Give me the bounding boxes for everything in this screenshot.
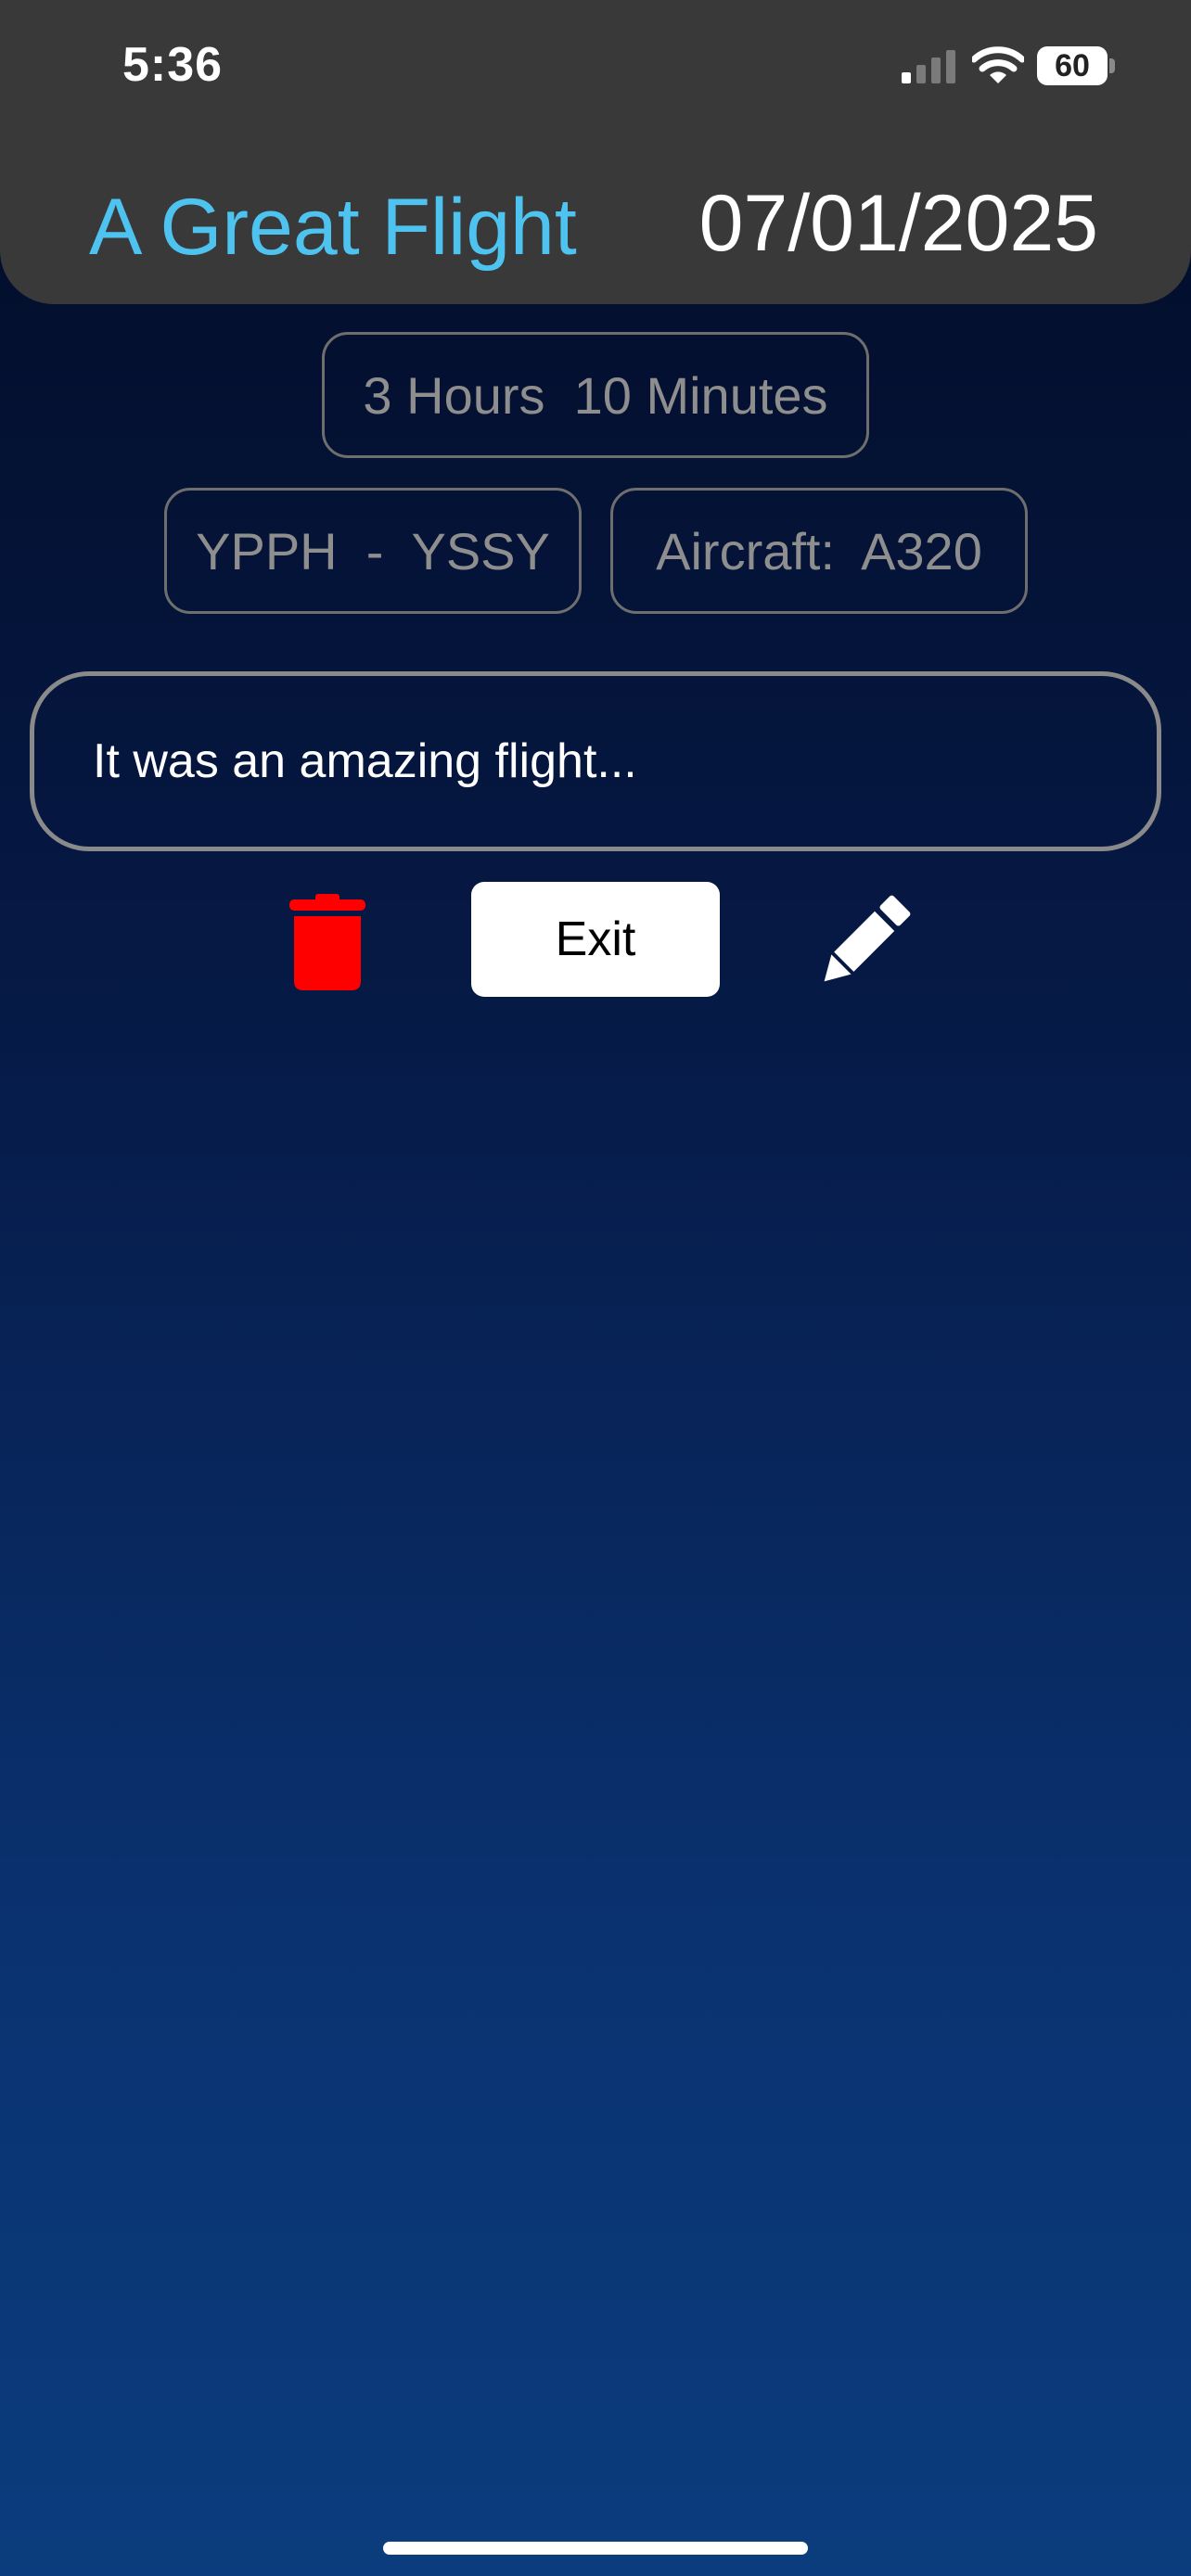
home-indicator[interactable]: [383, 2542, 808, 2555]
aircraft-chip: Aircraft: A320: [610, 488, 1028, 614]
battery-icon: 60: [1037, 46, 1117, 85]
status-time: 5:36: [122, 38, 224, 92]
exit-button[interactable]: Exit: [471, 882, 720, 997]
wifi-icon: [972, 46, 1024, 83]
flight-notes-text: It was an amazing flight...: [93, 734, 637, 788]
cellular-signal-icon: [902, 50, 955, 83]
flight-title: A Great Flight: [89, 183, 577, 272]
delete-button[interactable]: [289, 894, 365, 990]
flight-date: 07/01/2025: [698, 179, 1098, 268]
route-chip: YPPH - YSSY: [164, 488, 582, 614]
trash-icon: [289, 894, 365, 990]
header-bar: 5:36 60 A Great Flight 07/01/2025: [0, 0, 1191, 304]
edit-button[interactable]: [816, 894, 911, 990]
duration-chip: 3 Hours 10 Minutes: [322, 332, 869, 458]
pencil-icon: [824, 895, 911, 982]
flight-notes[interactable]: It was an amazing flight...: [30, 671, 1161, 851]
battery-level: 60: [1055, 48, 1090, 83]
